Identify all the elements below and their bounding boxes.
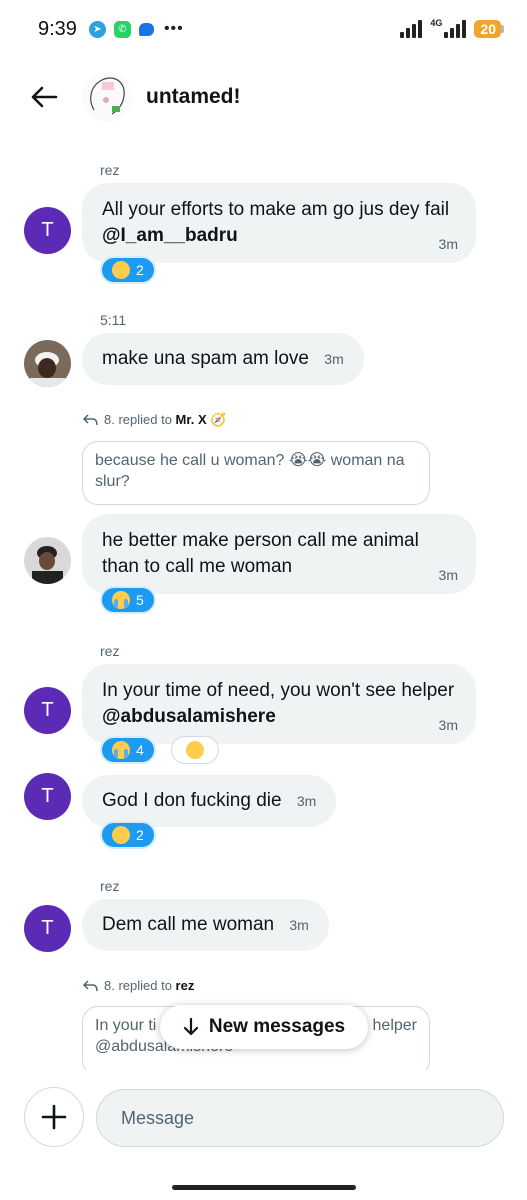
message-bubble[interactable]: God I don fucking die 3m xyxy=(82,775,337,827)
reply-indicator: 8. replied to rez xyxy=(82,978,194,993)
network-type: 4G xyxy=(430,18,443,28)
mention-link[interactable]: @abdusalamishere xyxy=(102,706,276,727)
group-avatar-drawing xyxy=(90,77,125,115)
reaction-count: 4 xyxy=(136,742,144,758)
message-time: 3m xyxy=(438,717,458,733)
avatar[interactable]: T xyxy=(24,687,71,734)
reaction-count: 2 xyxy=(136,827,144,843)
message-bubble[interactable]: he better make person call me animal tha… xyxy=(82,514,476,594)
telegram-icon: ➤ xyxy=(88,20,106,38)
message-time: 3m xyxy=(289,917,309,933)
new-messages-button[interactable]: New messages xyxy=(160,1005,368,1049)
signal-strength-icon xyxy=(400,20,423,38)
laughing-emoji-icon xyxy=(112,826,130,844)
arrow-down-icon xyxy=(183,1017,198,1036)
reply-prefix: 8. replied to xyxy=(104,412,176,427)
reply-arrow-icon xyxy=(82,979,98,991)
group-avatar[interactable] xyxy=(82,72,132,122)
notification-icons: ➤ ✆ ••• xyxy=(88,20,184,38)
mention-link[interactable]: @I_am__badru xyxy=(102,225,238,246)
laughing-emoji-icon xyxy=(186,741,204,759)
home-indicator[interactable] xyxy=(172,1185,356,1190)
quote-text-end: helper xyxy=(372,1017,417,1034)
crying-emoji-icon xyxy=(112,741,130,759)
message-bubble[interactable]: All your efforts to make am go jus dey f… xyxy=(82,183,476,263)
sender-name: rez xyxy=(100,878,120,894)
message-composer xyxy=(0,1085,527,1149)
avatar[interactable] xyxy=(24,537,71,584)
message-text: In your time of need, you won't see help… xyxy=(102,680,455,701)
more-notifications-icon: ••• xyxy=(163,20,184,37)
avatar-photo-image xyxy=(24,537,71,584)
laughing-emoji-icon xyxy=(112,261,130,279)
message-text: God I don fucking die xyxy=(102,790,282,811)
avatar[interactable] xyxy=(24,340,71,387)
battery-indicator: 20 xyxy=(474,20,501,38)
message-bubble[interactable]: make una spam am love 3m xyxy=(82,333,364,385)
conversation-header: untamed! xyxy=(0,62,527,132)
message-time: 3m xyxy=(296,793,317,809)
message-bubble[interactable]: Dem call me woman 3m xyxy=(82,899,329,951)
status-bar: 9:39 ➤ ✆ ••• 4G 20 xyxy=(0,0,527,58)
quote-text-start: In your ti xyxy=(95,1017,157,1034)
reaction-count: 2 xyxy=(136,262,144,278)
reaction-chip[interactable]: 2 xyxy=(100,821,156,849)
group-title: untamed! xyxy=(146,85,241,108)
reaction-chip[interactable]: 4 xyxy=(100,736,156,764)
reaction-chip[interactable] xyxy=(171,736,219,764)
message-text: make una spam am love xyxy=(102,348,309,369)
message-bubble[interactable]: In your time of need, you won't see help… xyxy=(82,664,476,744)
message-time: 3m xyxy=(438,567,458,583)
message-time: 3m xyxy=(324,351,344,367)
reaction-chip[interactable]: 5 xyxy=(100,586,156,614)
reply-indicator: 8. replied to Mr. X 🧭 xyxy=(82,412,226,428)
reply-arrow-icon xyxy=(82,414,98,426)
reply-prefix: 8. replied to xyxy=(104,978,176,993)
message-time: 3m xyxy=(438,236,458,252)
signal-strength-2-icon xyxy=(444,20,467,38)
new-messages-label: New messages xyxy=(208,1016,346,1037)
plus-icon xyxy=(41,1104,67,1130)
back-button[interactable] xyxy=(24,77,64,117)
message-text: he better make person call me animal tha… xyxy=(102,530,419,577)
avatar[interactable]: T xyxy=(24,905,71,952)
reaction-chip[interactable]: 2 xyxy=(100,256,156,284)
reply-target: Mr. X 🧭 xyxy=(175,412,227,427)
add-attachment-button[interactable] xyxy=(24,1087,84,1147)
crying-emoji-icon xyxy=(112,591,130,609)
whatsapp-icon: ✆ xyxy=(113,20,131,38)
reaction-count: 5 xyxy=(136,592,144,608)
reply-target: rez xyxy=(175,978,195,993)
message-list[interactable]: rez T All your efforts to make am go jus… xyxy=(0,150,527,1070)
sender-name: rez xyxy=(100,643,120,659)
sender-name: rez xyxy=(100,162,120,178)
message-timestamp: 5:11 xyxy=(100,312,127,328)
quoted-message[interactable]: because he call u woman? 😭😭 woman na slu… xyxy=(82,441,430,505)
message-input[interactable] xyxy=(96,1089,504,1147)
message-text: Dem call me woman xyxy=(102,914,275,935)
message-text: All your efforts to make am go jus dey f… xyxy=(102,199,450,220)
avatar[interactable]: T xyxy=(24,773,71,820)
arrow-left-icon xyxy=(31,86,58,108)
avatar[interactable]: T xyxy=(24,207,71,254)
messages-app-icon xyxy=(138,22,154,36)
status-time: 9:39 xyxy=(38,17,77,40)
avatar-photo-image xyxy=(24,340,71,387)
